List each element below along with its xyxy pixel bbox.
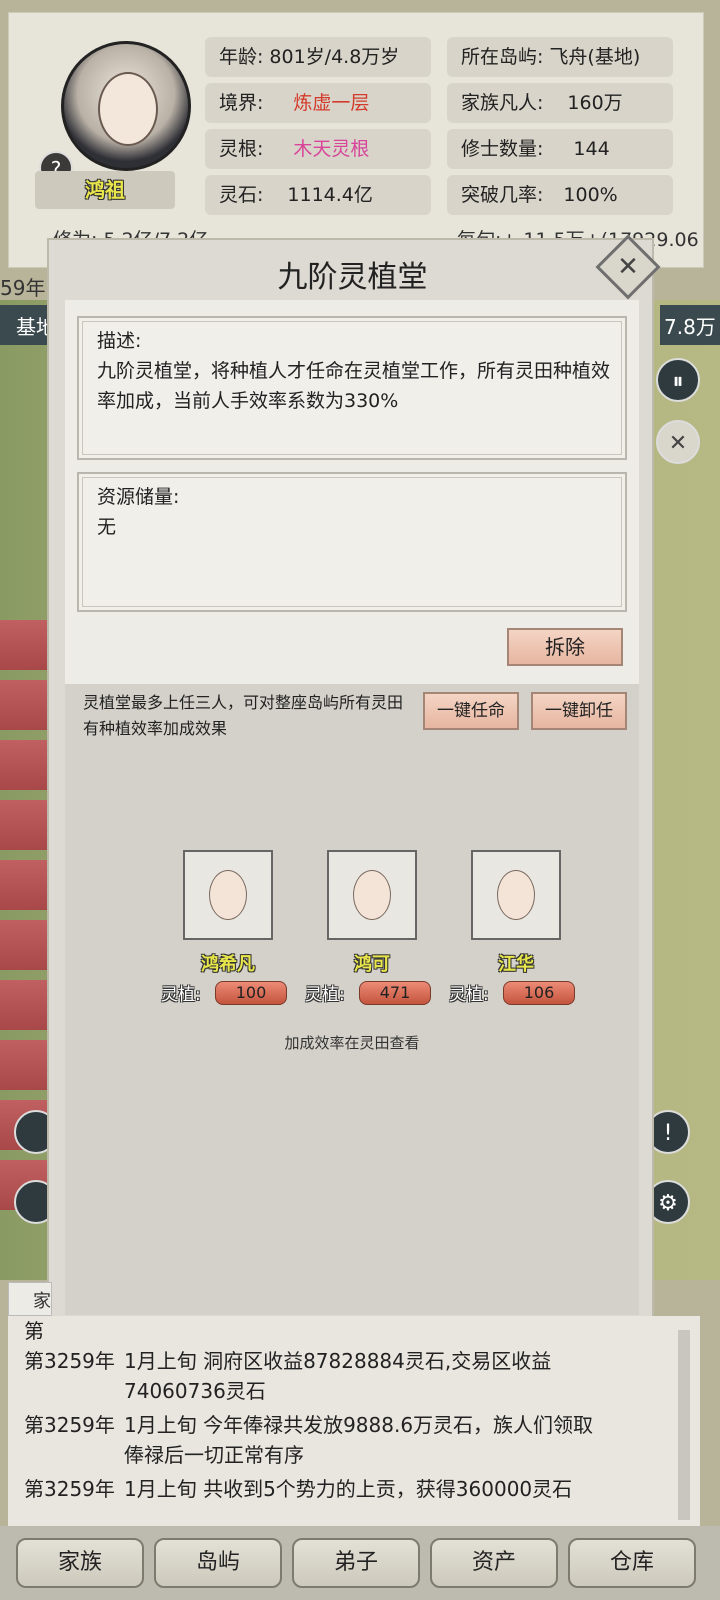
log-fragment: 第 <box>24 1319 44 1343</box>
description-text: 九阶灵植堂，将种植人才任命在灵植堂工作，所有灵田种植效率加成，当前人手效率系数为… <box>97 360 611 412</box>
log-text: 1月上旬 洞府区收益87828884灵石,交易区收益 <box>124 1349 552 1373</box>
efficiency-hint: 加成效率在灵田查看 <box>284 1034 420 1052</box>
stat-value: 飞舟(基地) <box>549 46 641 68</box>
stat-value: 801岁/4.8万岁 <box>269 46 400 68</box>
stat-spirit-root: 灵根: 木天灵根 <box>205 129 431 169</box>
character-header: ? 鸿祖 年龄: 801岁/4.8万岁 所在岛屿: 飞舟(基地) 境界: 炼虚一层 家… <box>8 12 704 268</box>
nav-assets-button[interactable]: 资产 <box>430 1538 558 1588</box>
stat-family-mortals: 家族凡人: 160万 <box>447 83 673 123</box>
member-name: 江华 <box>498 954 534 975</box>
dismantle-button[interactable]: 拆除 <box>507 628 623 666</box>
avatar-face <box>98 72 158 146</box>
member-portrait[interactable] <box>183 850 273 940</box>
skill-label: 灵植: <box>449 985 489 1005</box>
log-entry: 第3259年 1月上旬 洞府区收益87828884灵石,交易区收益 <box>24 1346 551 1376</box>
resources-box: 资源储量: 无 <box>77 472 627 612</box>
nav-warehouse-button[interactable]: 仓库 <box>568 1538 696 1588</box>
log-time: 第3259年 <box>24 1413 115 1437</box>
avatar[interactable] <box>61 41 191 171</box>
log-tab[interactable]: 家 <box>8 1282 52 1316</box>
member-name: 鸿可 <box>354 954 390 975</box>
nav-island-button[interactable]: 岛屿 <box>154 1538 282 1588</box>
skill-value: 100 <box>215 981 287 1005</box>
log-entry: 第3259年 1月上旬 今年俸禄共发放9888.6万灵石，族人们领取 <box>24 1410 593 1440</box>
stat-label: 境界: <box>219 92 264 114</box>
stat-value: 木天灵根 <box>293 138 370 160</box>
member-skill: 灵植: 106 <box>449 980 599 1006</box>
stat-label: 家族凡人: <box>461 92 544 114</box>
stat-label: 灵根: <box>219 138 264 160</box>
stat-label: 灵石: <box>219 184 264 206</box>
appointment-info: 灵植堂最多上任三人，可对整座岛屿所有灵田有种植效率加成效果 <box>83 693 404 738</box>
pause-icon[interactable]: ⏸ <box>656 358 700 402</box>
member-skill: 灵植: 100 <box>161 980 311 1006</box>
stat-label: 修士数量: <box>461 138 544 160</box>
dismiss-all-button[interactable]: 一键卸任 <box>531 692 627 730</box>
log-text-cont: 俸禄后一切正常有序 <box>124 1443 304 1467</box>
log-text-cont: 74060736灵石 <box>124 1379 266 1403</box>
member-portrait[interactable] <box>327 850 417 940</box>
member-skill: 灵植: 471 <box>305 980 455 1006</box>
skill-value: 106 <box>503 981 575 1005</box>
building-modal: 九阶灵植堂 ✕ 描述: 九阶灵植堂，将种植人才任命在灵植堂工作，所有灵田种植效率… <box>47 234 661 1325</box>
appointment-panel: 灵植堂最多上任三人，可对整座岛屿所有灵田有种植效率加成效果 一键任命 一键卸任 … <box>65 684 639 1315</box>
stat-value: 炼虚一层 <box>293 92 370 114</box>
nav-family-button[interactable]: 家族 <box>16 1538 144 1588</box>
event-log: 第 第3259年 1月上旬 洞府区收益87828884灵石,交易区收益 74060… <box>8 1316 700 1526</box>
member-name: 鸿希凡 <box>201 954 255 975</box>
log-scrollbar[interactable] <box>678 1330 690 1520</box>
year-fragment: 59年 <box>0 276 46 300</box>
close-icon: ✕ <box>617 252 639 282</box>
stat-realm: 境界: 炼虚一层 <box>205 83 431 123</box>
stat-island: 所在岛屿: 飞舟(基地) <box>447 37 673 77</box>
stat-label: 突破几率: <box>461 184 544 206</box>
log-text: 1月上旬 今年俸禄共发放9888.6万灵石，族人们领取 <box>124 1413 594 1437</box>
stat-value: 144 <box>573 138 610 160</box>
skill-label: 灵植: <box>305 985 345 1005</box>
bottom-nav: 家族 岛屿 弟子 资产 仓库 <box>0 1526 720 1600</box>
stat-breakthrough: 突破几率: 100% <box>447 175 673 215</box>
description-box: 描述: 九阶灵植堂，将种植人才任命在灵植堂工作，所有灵田种植效率加成，当前人手效… <box>77 316 627 460</box>
character-name: 鸿祖 <box>35 171 175 209</box>
resources-title: 资源储量: <box>97 486 180 508</box>
stat-value: 1114.4亿 <box>287 184 373 206</box>
close-map-icon[interactable]: ✕ <box>656 420 700 464</box>
stat-label: 年龄: <box>219 46 264 68</box>
stat-spirit-stones: 灵石: 1114.4亿 <box>205 175 431 215</box>
stat-value: 100% <box>563 184 618 206</box>
resources-text: 无 <box>97 516 117 538</box>
member-portrait[interactable] <box>471 850 561 940</box>
stat-value: 160万 <box>567 92 623 114</box>
appoint-all-button[interactable]: 一键任命 <box>423 692 519 730</box>
log-time: 第3259年 <box>24 1349 115 1373</box>
modal-body: 描述: 九阶灵植堂，将种植人才任命在灵植堂工作，所有灵田种植效率加成，当前人手效… <box>65 300 639 1315</box>
log-time: 第3259年 <box>24 1477 115 1501</box>
resource-value-fragment: 7.8万 <box>660 305 720 345</box>
log-text: 1月上旬 共收到5个势力的上贡，获得360000灵石 <box>124 1477 573 1501</box>
modal-title: 九阶灵植堂 <box>277 260 428 295</box>
description-title: 描述: <box>97 330 142 352</box>
log-entry: 第3259年 1月上旬 共收到5个势力的上贡，获得360000灵石 <box>24 1474 572 1504</box>
skill-value: 471 <box>359 981 431 1005</box>
stat-cultivators: 修士数量: 144 <box>447 129 673 169</box>
nav-disciples-button[interactable]: 弟子 <box>292 1538 420 1588</box>
skill-label: 灵植: <box>161 985 201 1005</box>
stat-age: 年龄: 801岁/4.8万岁 <box>205 37 431 77</box>
stat-label: 所在岛屿: <box>461 46 544 68</box>
